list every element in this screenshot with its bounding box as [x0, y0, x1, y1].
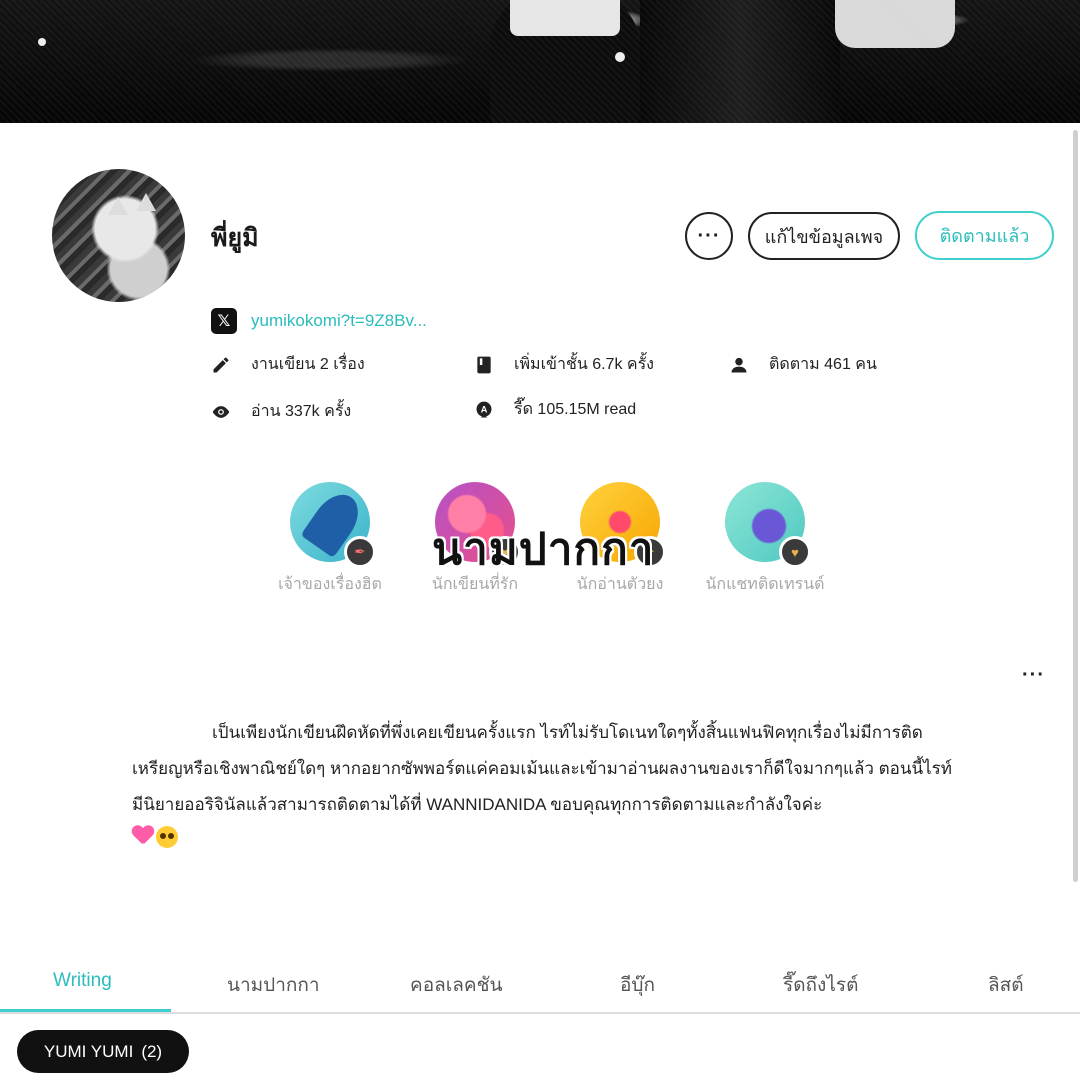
pen-name-chip[interactable]: YUMI YUMI (2): [17, 1030, 189, 1073]
person-icon: [729, 355, 749, 375]
book-icon: [474, 355, 494, 375]
tab-collections[interactable]: คอลเลคชัน: [410, 970, 503, 1000]
bio-text: เป็นเพียงนักเขียนฝึดหัดที่พึ่งเคยเขียนคร…: [132, 723, 953, 814]
tab-pen-names[interactable]: นามปากกา: [227, 970, 320, 1000]
stat-coins: A รี๊ด 105.15M read: [474, 397, 636, 422]
x-handle[interactable]: yumikokomi?t=9Z8Bv...: [251, 311, 427, 331]
cover-image: [0, 0, 1080, 123]
eye-icon: [211, 402, 231, 422]
x-logo-icon: 𝕏: [211, 308, 237, 334]
scrollbar[interactable]: [1073, 130, 1078, 882]
tab-fan-messages[interactable]: รี๊ดถึงไรต์: [783, 970, 858, 1000]
overlay-title: นามปากกา: [432, 525, 655, 574]
active-tab-indicator: [0, 1009, 171, 1012]
edit-page-button[interactable]: แก้ไขข้อมูลเพจ: [748, 212, 900, 260]
chat-heart-icon: ♥: [725, 482, 811, 568]
stat-coins-text: รี๊ด 105.15M read: [514, 401, 637, 418]
bio-emojis: [132, 826, 178, 848]
profile-tabs: Writing นามปากกา คอลเลคชัน อีบุ๊ก รี๊ดถึ…: [0, 958, 1080, 1014]
stat-reads: อ่าน 337k ครั้ง: [211, 399, 351, 424]
follow-button[interactable]: ติดตามแล้ว: [915, 211, 1054, 260]
pencil-icon: [211, 355, 231, 375]
quill-icon: ✒: [290, 482, 376, 568]
tab-ebooks[interactable]: อีบุ๊ก: [620, 970, 655, 1000]
badge-label: เจ้าของเรื่องฮิต: [278, 576, 382, 593]
chip-label: YUMI YUMI: [43, 1041, 134, 1061]
bio-more-button[interactable]: ···: [1022, 664, 1045, 687]
stat-works-text: งานเขียน 2 เรื่อง: [251, 356, 365, 373]
x-link[interactable]: 𝕏 yumikokomi?t=9Z8Bv...: [211, 308, 427, 334]
badge-trending-chatter[interactable]: ♥ นักแชทติดเทรนด์: [695, 482, 835, 597]
tab-lists[interactable]: ลิสต์: [988, 970, 1024, 1000]
pleading-face-icon: [156, 826, 178, 848]
x-logo-glyph: 𝕏: [217, 313, 231, 330]
badge-label: นักแชทติดเทรนด์: [705, 576, 825, 593]
tab-writing[interactable]: Writing: [53, 970, 112, 992]
svg-text:A: A: [481, 404, 488, 414]
profile-name: พี่ยูมิ: [211, 224, 259, 252]
more-options-button[interactable]: ···: [685, 212, 733, 260]
stat-shelved: เพิ่มเข้าชั้น 6.7k ครั้ง: [474, 352, 654, 377]
stat-followers-text: ติดตาม 461 คน: [769, 356, 877, 373]
stat-works: งานเขียน 2 เรื่อง: [211, 352, 365, 377]
sparkling-heart-icon: [132, 826, 154, 846]
bio: เป็นเพียงนักเขียนฝึดหัดที่พึ่งเคยเขียนคร…: [132, 715, 962, 859]
stat-followers: ติดตาม 461 คน: [729, 352, 877, 377]
stat-reads-text: อ่าน 337k ครั้ง: [251, 403, 352, 420]
coin-icon: A: [474, 400, 494, 420]
avatar[interactable]: [52, 169, 185, 302]
chip-count: (2): [141, 1041, 163, 1061]
stat-shelved-text: เพิ่มเข้าชั้น 6.7k ครั้ง: [514, 356, 654, 373]
badge-hit-owner[interactable]: ✒ เจ้าของเรื่องฮิต: [260, 482, 400, 597]
